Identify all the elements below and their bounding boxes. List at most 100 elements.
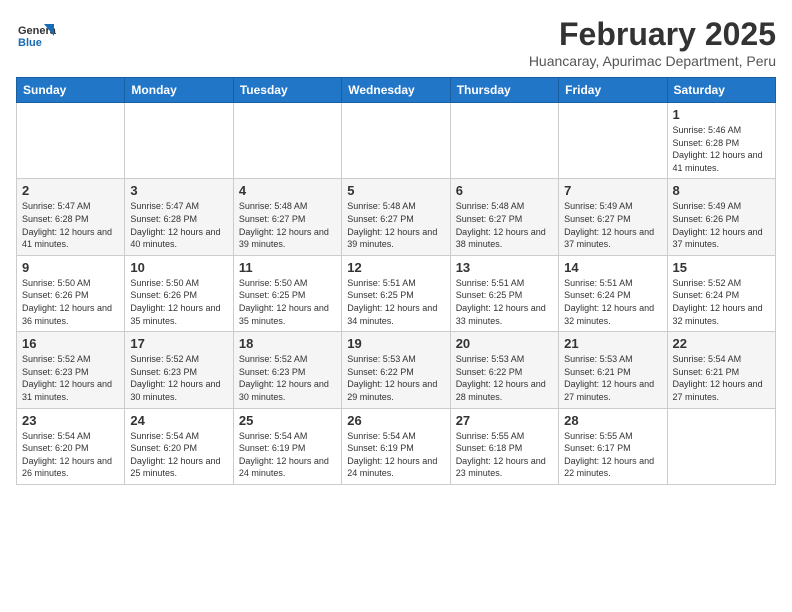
calendar-cell: 25 Sunrise: 5:54 AM Sunset: 6:19 PM Dayli…	[233, 408, 341, 484]
calendar-cell: 19 Sunrise: 5:53 AM Sunset: 6:22 PM Dayli…	[342, 332, 450, 408]
day-info: Sunrise: 5:51 AM Sunset: 6:25 PM Dayligh…	[456, 277, 553, 327]
day-info: Sunrise: 5:51 AM Sunset: 6:24 PM Dayligh…	[564, 277, 661, 327]
day-number: 6	[456, 183, 553, 198]
day-info: Sunrise: 5:46 AM Sunset: 6:28 PM Dayligh…	[673, 124, 770, 174]
day-info: Sunrise: 5:50 AM Sunset: 6:26 PM Dayligh…	[22, 277, 119, 327]
calendar-cell: 11 Sunrise: 5:50 AM Sunset: 6:25 PM Dayli…	[233, 255, 341, 331]
day-number: 5	[347, 183, 444, 198]
day-info: Sunrise: 5:54 AM Sunset: 6:19 PM Dayligh…	[347, 430, 444, 480]
calendar-day-header: Tuesday	[233, 78, 341, 103]
day-number: 10	[130, 260, 227, 275]
calendar-day-header: Monday	[125, 78, 233, 103]
calendar-week-row: 16Sunrise: 5:52 AM Sunset: 6:23 PM Dayli…	[17, 332, 776, 408]
calendar-week-row: 2 Sunrise: 5:47 AM Sunset: 6:28 PM Daylig…	[17, 179, 776, 255]
day-info: Sunrise: 5:48 AM Sunset: 6:27 PM Dayligh…	[347, 200, 444, 250]
day-number: 8	[673, 183, 770, 198]
month-title: February 2025	[529, 16, 776, 53]
day-info: Sunrise: 5:48 AM Sunset: 6:27 PM Dayligh…	[456, 200, 553, 250]
day-info: Sunrise: 5:52 AM Sunset: 6:23 PM Dayligh…	[22, 353, 119, 403]
calendar-cell	[559, 103, 667, 179]
calendar-cell: 26 Sunrise: 5:54 AM Sunset: 6:19 PM Dayli…	[342, 408, 450, 484]
day-info: Sunrise: 5:51 AM Sunset: 6:25 PM Dayligh…	[347, 277, 444, 327]
calendar-cell	[450, 103, 558, 179]
calendar-cell: 1Sunrise: 5:46 AM Sunset: 6:28 PM Daylig…	[667, 103, 775, 179]
calendar-day-header: Sunday	[17, 78, 125, 103]
day-number: 14	[564, 260, 661, 275]
logo: General Blue	[16, 16, 56, 56]
day-info: Sunrise: 5:47 AM Sunset: 6:28 PM Dayligh…	[130, 200, 227, 250]
svg-text:Blue: Blue	[18, 37, 42, 49]
calendar-cell: 18Sunrise: 5:52 AM Sunset: 6:23 PM Dayli…	[233, 332, 341, 408]
day-number: 28	[564, 413, 661, 428]
day-info: Sunrise: 5:55 AM Sunset: 6:17 PM Dayligh…	[564, 430, 661, 480]
calendar-week-row: 9 Sunrise: 5:50 AM Sunset: 6:26 PM Daylig…	[17, 255, 776, 331]
calendar-cell: 4Sunrise: 5:48 AM Sunset: 6:27 PM Daylig…	[233, 179, 341, 255]
day-number: 12	[347, 260, 444, 275]
day-number: 27	[456, 413, 553, 428]
day-info: Sunrise: 5:50 AM Sunset: 6:25 PM Dayligh…	[239, 277, 336, 327]
calendar-cell: 12 Sunrise: 5:51 AM Sunset: 6:25 PM Dayli…	[342, 255, 450, 331]
calendar-cell: 23Sunrise: 5:54 AM Sunset: 6:20 PM Dayli…	[17, 408, 125, 484]
calendar-cell: 13 Sunrise: 5:51 AM Sunset: 6:25 PM Dayli…	[450, 255, 558, 331]
calendar-cell	[342, 103, 450, 179]
day-number: 15	[673, 260, 770, 275]
calendar-cell: 3 Sunrise: 5:47 AM Sunset: 6:28 PM Daylig…	[125, 179, 233, 255]
calendar-cell: 27 Sunrise: 5:55 AM Sunset: 6:18 PM Dayli…	[450, 408, 558, 484]
calendar-day-header: Saturday	[667, 78, 775, 103]
calendar-cell: 15 Sunrise: 5:52 AM Sunset: 6:24 PM Dayli…	[667, 255, 775, 331]
calendar-cell: 28 Sunrise: 5:55 AM Sunset: 6:17 PM Dayli…	[559, 408, 667, 484]
day-info: Sunrise: 5:48 AM Sunset: 6:27 PM Dayligh…	[239, 200, 336, 250]
day-number: 13	[456, 260, 553, 275]
title-area: February 2025 Huancaray, Apurimac Depart…	[529, 16, 776, 69]
day-number: 3	[130, 183, 227, 198]
calendar-header-row: SundayMondayTuesdayWednesdayThursdayFrid…	[17, 78, 776, 103]
day-number: 18	[239, 336, 336, 351]
calendar-day-header: Friday	[559, 78, 667, 103]
calendar-cell: 17 Sunrise: 5:52 AM Sunset: 6:23 PM Dayli…	[125, 332, 233, 408]
day-info: Sunrise: 5:49 AM Sunset: 6:26 PM Dayligh…	[673, 200, 770, 250]
calendar-cell: 20 Sunrise: 5:53 AM Sunset: 6:22 PM Dayli…	[450, 332, 558, 408]
day-number: 26	[347, 413, 444, 428]
day-number: 19	[347, 336, 444, 351]
calendar-cell	[125, 103, 233, 179]
calendar-cell	[667, 408, 775, 484]
day-number: 2	[22, 183, 119, 198]
day-number: 21	[564, 336, 661, 351]
day-info: Sunrise: 5:52 AM Sunset: 6:24 PM Dayligh…	[673, 277, 770, 327]
calendar-cell: 6 Sunrise: 5:48 AM Sunset: 6:27 PM Daylig…	[450, 179, 558, 255]
calendar-cell: 9 Sunrise: 5:50 AM Sunset: 6:26 PM Daylig…	[17, 255, 125, 331]
calendar-day-header: Thursday	[450, 78, 558, 103]
calendar-cell	[17, 103, 125, 179]
logo-icon: General Blue	[16, 16, 56, 56]
day-number: 9	[22, 260, 119, 275]
calendar-cell: 22 Sunrise: 5:54 AM Sunset: 6:21 PM Dayli…	[667, 332, 775, 408]
day-info: Sunrise: 5:50 AM Sunset: 6:26 PM Dayligh…	[130, 277, 227, 327]
day-info: Sunrise: 5:54 AM Sunset: 6:21 PM Dayligh…	[673, 353, 770, 403]
day-info: Sunrise: 5:54 AM Sunset: 6:19 PM Dayligh…	[239, 430, 336, 480]
calendar-cell: 10 Sunrise: 5:50 AM Sunset: 6:26 PM Dayli…	[125, 255, 233, 331]
day-number: 17	[130, 336, 227, 351]
day-number: 25	[239, 413, 336, 428]
day-number: 20	[456, 336, 553, 351]
day-info: Sunrise: 5:53 AM Sunset: 6:21 PM Dayligh…	[564, 353, 661, 403]
day-info: Sunrise: 5:55 AM Sunset: 6:18 PM Dayligh…	[456, 430, 553, 480]
day-info: Sunrise: 5:52 AM Sunset: 6:23 PM Dayligh…	[130, 353, 227, 403]
calendar-week-row: 23Sunrise: 5:54 AM Sunset: 6:20 PM Dayli…	[17, 408, 776, 484]
calendar-day-header: Wednesday	[342, 78, 450, 103]
calendar-cell: 16Sunrise: 5:52 AM Sunset: 6:23 PM Dayli…	[17, 332, 125, 408]
calendar-cell: 2 Sunrise: 5:47 AM Sunset: 6:28 PM Daylig…	[17, 179, 125, 255]
calendar-cell: 5 Sunrise: 5:48 AM Sunset: 6:27 PM Daylig…	[342, 179, 450, 255]
calendar-cell	[233, 103, 341, 179]
calendar-cell: 21 Sunrise: 5:53 AM Sunset: 6:21 PM Dayli…	[559, 332, 667, 408]
day-number: 7	[564, 183, 661, 198]
calendar-cell: 7Sunrise: 5:49 AM Sunset: 6:27 PM Daylig…	[559, 179, 667, 255]
day-info: Sunrise: 5:53 AM Sunset: 6:22 PM Dayligh…	[347, 353, 444, 403]
day-number: 11	[239, 260, 336, 275]
day-info: Sunrise: 5:53 AM Sunset: 6:22 PM Dayligh…	[456, 353, 553, 403]
day-number: 24	[130, 413, 227, 428]
calendar-cell: 24Sunrise: 5:54 AM Sunset: 6:20 PM Dayli…	[125, 408, 233, 484]
calendar-cell: 14 Sunrise: 5:51 AM Sunset: 6:24 PM Dayli…	[559, 255, 667, 331]
day-number: 22	[673, 336, 770, 351]
calendar-cell: 8 Sunrise: 5:49 AM Sunset: 6:26 PM Daylig…	[667, 179, 775, 255]
day-info: Sunrise: 5:47 AM Sunset: 6:28 PM Dayligh…	[22, 200, 119, 250]
